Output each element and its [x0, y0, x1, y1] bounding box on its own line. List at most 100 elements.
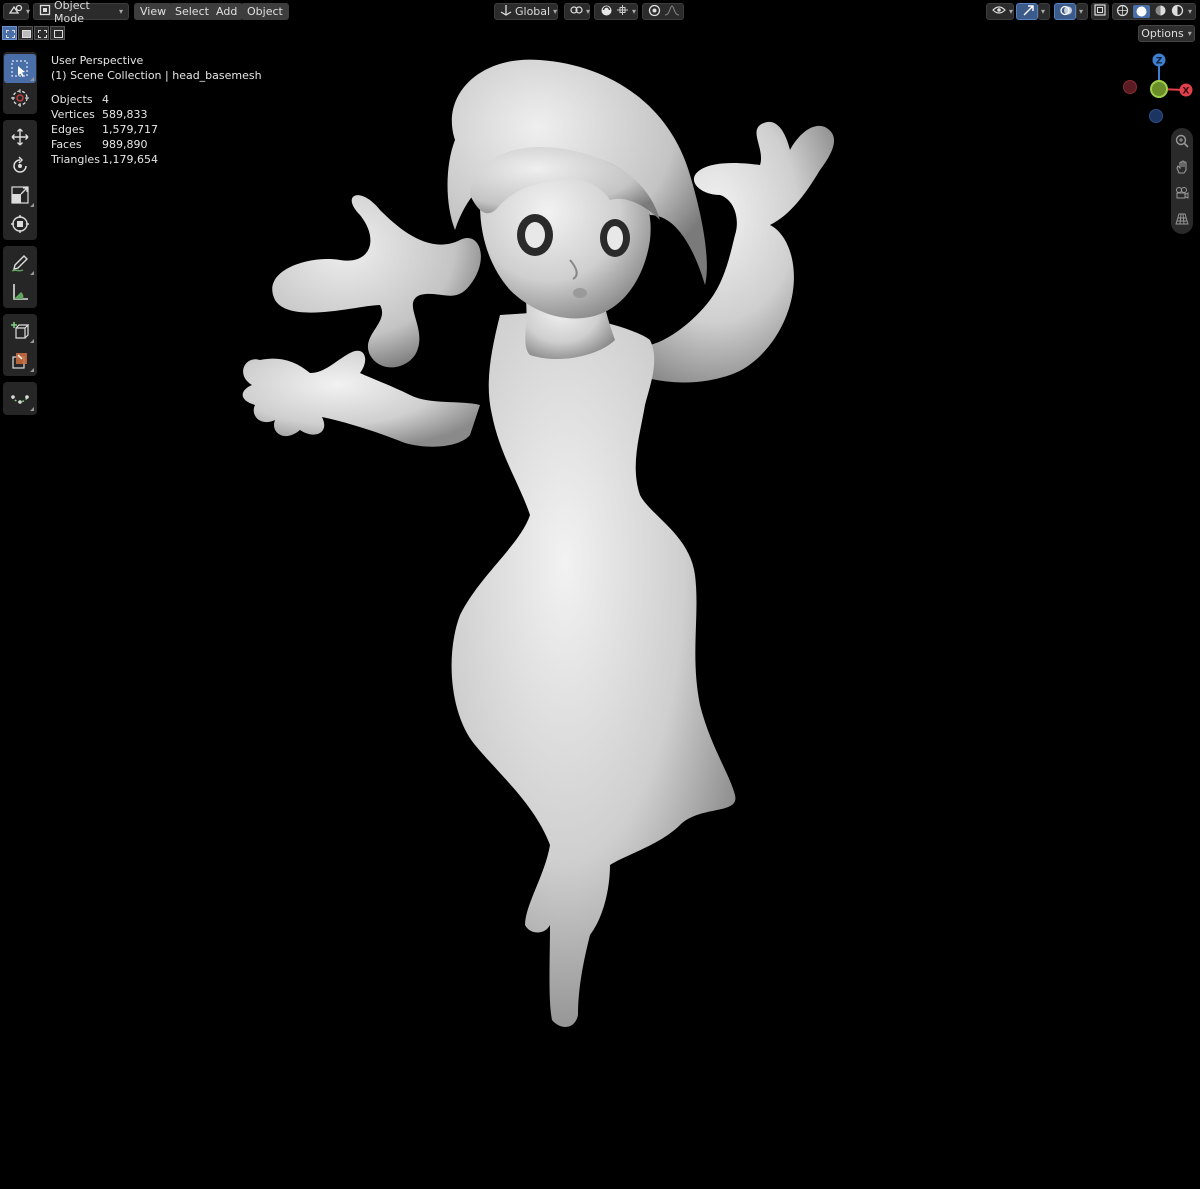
chevron-down-icon: ▾	[1079, 7, 1084, 16]
chevron-down-icon: ▾	[1187, 29, 1192, 38]
tool-variants-indicator	[30, 271, 34, 275]
neg-z-axis-handle[interactable]	[1149, 109, 1163, 123]
material-shading-icon[interactable]	[1154, 4, 1167, 20]
stat-row: Objects 4	[51, 92, 158, 107]
chevron-down-icon: ▾	[632, 7, 637, 16]
chevron-down-icon: ▾	[26, 7, 31, 16]
options-dropdown[interactable]: Options ▾	[1138, 25, 1195, 42]
stat-value: 589,833	[102, 108, 148, 121]
move-icon	[11, 128, 29, 145]
add-menu[interactable]: Add	[210, 3, 244, 20]
snapping-controls[interactable]: ▾	[594, 3, 638, 20]
rotate-tool[interactable]	[4, 151, 36, 180]
select-extend-icon[interactable]	[18, 26, 33, 40]
gizmo-toggle-button[interactable]	[1016, 3, 1038, 20]
camera-icon	[1176, 187, 1189, 199]
stat-row: Faces 989,890	[51, 137, 158, 152]
visibility-dropdown[interactable]: ▾	[986, 3, 1014, 20]
stat-label: Triangles	[51, 153, 100, 166]
stat-row: Edges 1,579,717	[51, 122, 158, 137]
editor-type-button[interactable]: ▾	[3, 3, 31, 20]
tool-group-transform	[3, 120, 37, 240]
select-box-tool[interactable]	[4, 54, 36, 83]
editor-type-icon	[8, 4, 23, 19]
perspective-toggle-button[interactable]	[1171, 206, 1193, 232]
chevron-down-icon: ▾	[1009, 7, 1014, 16]
transform-orientation-dropdown[interactable]: Global ▾	[494, 3, 558, 20]
pencil-icon	[11, 254, 28, 272]
scale-tool[interactable]	[4, 180, 36, 209]
stat-value: 989,890	[102, 138, 148, 151]
measure-tool[interactable]	[4, 277, 36, 306]
edge-slide-icon	[11, 394, 29, 404]
y-axis-handle[interactable]	[1150, 80, 1168, 98]
z-axis-label: Z	[1156, 57, 1163, 67]
tool-variants-indicator	[30, 77, 34, 81]
x-axis-label: X	[1183, 87, 1190, 97]
stat-value: 1,179,654	[102, 153, 158, 166]
shading-mode-buttons: ▾	[1112, 3, 1196, 20]
camera-view-button[interactable]	[1171, 180, 1193, 206]
view-menu[interactable]: View	[134, 3, 173, 20]
snap-magnet-icon	[600, 4, 613, 20]
rendered-shading-icon[interactable]	[1171, 4, 1184, 20]
tool-group-edge	[3, 382, 37, 415]
tool-shelf	[3, 52, 37, 421]
neg-x-axis-handle[interactable]	[1123, 80, 1137, 94]
chevron-down-icon[interactable]: ▾	[1188, 7, 1192, 16]
add-cube-icon	[11, 321, 30, 339]
stat-label: Faces	[51, 138, 82, 151]
xray-icon	[1094, 4, 1106, 19]
viewport-navigation-strip	[1171, 128, 1193, 234]
ruler-icon	[13, 283, 28, 300]
gizmo-dropdown[interactable]: ▾	[1038, 3, 1050, 20]
extrude-tool[interactable]	[4, 345, 36, 374]
select-box-icon	[11, 60, 28, 77]
tool-variants-indicator	[30, 203, 34, 207]
viewport-header: ▾ Object Mode ▾ View Select Add Object G…	[0, 0, 1200, 25]
select-intersect-icon[interactable]	[50, 26, 65, 40]
zoom-icon	[1175, 134, 1189, 148]
cursor-icon	[11, 88, 29, 107]
orientation-icon	[500, 4, 512, 19]
add-cube-tool[interactable]	[4, 316, 36, 345]
tool-group-annotate	[3, 246, 37, 308]
solid-shading-icon[interactable]	[1133, 5, 1150, 18]
select-menu[interactable]: Select	[169, 3, 215, 20]
edge-tool[interactable]	[4, 384, 36, 413]
tool-group-select	[3, 52, 37, 114]
overlays-dropdown[interactable]: ▾	[1076, 3, 1088, 20]
pivot-point-dropdown[interactable]: ▾	[564, 3, 590, 20]
wireframe-shading-icon[interactable]	[1116, 4, 1129, 20]
transform-tool[interactable]	[4, 209, 36, 238]
transform-icon	[11, 214, 29, 233]
mode-dropdown[interactable]: Object Mode ▾	[33, 0, 129, 25]
scale-icon	[11, 185, 29, 204]
select-subtract-icon[interactable]	[34, 26, 49, 40]
object-menu[interactable]: Object	[241, 3, 289, 20]
move-tool[interactable]	[4, 122, 36, 151]
stat-value: 1,579,717	[102, 123, 158, 136]
navigation-gizmo[interactable]: Z X	[1115, 50, 1200, 130]
proportional-edit-icon	[648, 4, 661, 20]
pan-button[interactable]	[1171, 154, 1193, 180]
annotate-tool[interactable]	[4, 248, 36, 277]
proportional-editing-controls[interactable]	[642, 3, 684, 20]
sculpt-model-render	[242, 59, 835, 1027]
orientation-label: Global	[515, 5, 551, 18]
stat-label: Edges	[51, 123, 85, 136]
selection-mode-buttons	[2, 26, 65, 40]
zoom-button[interactable]	[1171, 128, 1193, 154]
eye-icon	[992, 5, 1006, 18]
stat-label: Objects	[51, 93, 93, 106]
options-label: Options	[1141, 27, 1184, 40]
xray-toggle-button[interactable]	[1091, 3, 1109, 20]
cursor-tool[interactable]	[4, 83, 36, 112]
tool-group-add	[3, 314, 37, 376]
rotate-icon	[13, 155, 27, 173]
snap-target-icon	[616, 4, 629, 19]
stat-label: Vertices	[51, 108, 95, 121]
select-new-icon[interactable]	[2, 26, 17, 40]
overlays-toggle-button[interactable]	[1054, 3, 1076, 20]
tool-variants-indicator	[30, 368, 34, 372]
